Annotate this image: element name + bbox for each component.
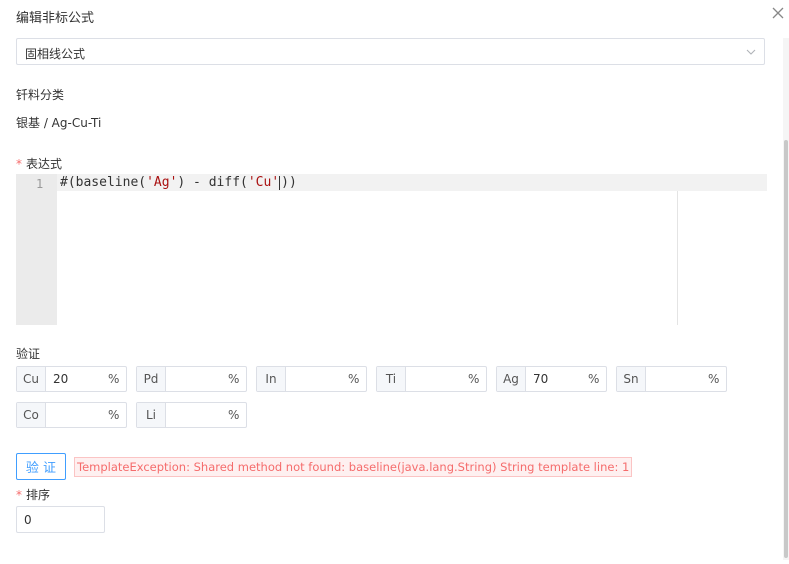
editor-print-margin [677, 191, 678, 325]
element-prefix: Ti [377, 367, 406, 391]
element-field-ti[interactable]: Ti % [376, 366, 487, 392]
unit-suffix: % [228, 408, 240, 422]
element-field-cu[interactable]: Cu 20 % [16, 366, 127, 392]
element-field-sn[interactable]: Sn % [616, 366, 727, 392]
element-prefix: Ag [497, 367, 526, 391]
chevron-down-icon [746, 49, 756, 55]
element-prefix: Cu [17, 367, 46, 391]
code-string: 'Cu' [247, 175, 280, 190]
code-token: ) - diff( [177, 175, 248, 190]
solder-category-label: 钎料分类 [16, 88, 65, 102]
element-field-in[interactable]: In % [256, 366, 367, 392]
verify-button[interactable]: 验 证 [16, 453, 66, 480]
expression-editor[interactable]: 1 #(baseline('Ag') - diff('Cu')) [16, 174, 767, 325]
formula-type-value: 固相线公式 [25, 47, 86, 61]
element-value[interactable]: 20 [46, 367, 108, 391]
element-prefix: Li [137, 403, 166, 427]
expression-label-text: 表达式 [26, 157, 63, 171]
line-number: 1 [36, 177, 44, 191]
solder-category-value: 银基 / Ag-Cu-Ti [16, 116, 102, 130]
element-value[interactable] [286, 367, 348, 391]
element-prefix: Sn [617, 367, 646, 391]
required-mark: * [16, 488, 22, 502]
expression-label: * 表达式 [16, 155, 62, 172]
sort-label: * 排序 [16, 486, 50, 503]
code-token: )) [281, 175, 297, 190]
code-string: 'Ag' [146, 175, 178, 190]
validation-label: 验证 [16, 347, 41, 361]
element-field-co[interactable]: Co % [16, 402, 127, 428]
element-prefix: In [257, 367, 286, 391]
unit-suffix: % [708, 372, 720, 386]
element-value[interactable] [166, 367, 228, 391]
element-field-li[interactable]: Li % [136, 402, 247, 428]
sort-input[interactable]: 0 [16, 506, 105, 533]
element-value[interactable] [406, 367, 468, 391]
unit-suffix: % [348, 372, 360, 386]
required-mark: * [16, 157, 22, 171]
element-prefix: Co [17, 403, 46, 427]
element-field-pd[interactable]: Pd % [136, 366, 247, 392]
code-line[interactable]: #(baseline('Ag') - diff('Cu')) [60, 175, 297, 190]
scrollbar-thumb[interactable] [784, 140, 788, 558]
unit-suffix: % [588, 372, 600, 386]
formula-type-select[interactable]: 固相线公式 [16, 38, 765, 65]
unit-suffix: % [108, 372, 120, 386]
error-message: TemplateException: Shared method not fou… [74, 457, 633, 477]
element-field-ag[interactable]: Ag 70 % [496, 366, 607, 392]
unit-suffix: % [468, 372, 480, 386]
element-value[interactable] [646, 367, 708, 391]
close-icon[interactable] [771, 6, 785, 20]
element-prefix: Pd [137, 367, 166, 391]
code-token: #(baseline( [60, 175, 147, 190]
element-value[interactable] [166, 403, 228, 427]
element-value[interactable]: 70 [526, 367, 588, 391]
dialog-title: 编辑非标公式 [16, 11, 95, 26]
editor-gutter [16, 174, 57, 325]
unit-suffix: % [228, 372, 240, 386]
sort-label-text: 排序 [26, 488, 51, 502]
unit-suffix: % [108, 408, 120, 422]
element-value[interactable] [46, 403, 108, 427]
